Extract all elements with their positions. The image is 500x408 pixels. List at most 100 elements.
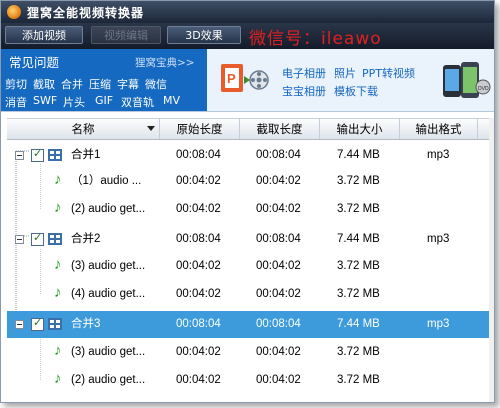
- audio-note-icon: ♪: [54, 171, 62, 188]
- row-clip-length: 00:04:02: [256, 175, 301, 187]
- row-orig-length: 00:08:04: [176, 149, 221, 161]
- merged-video-icon: [47, 316, 63, 332]
- ad-link-baby-album[interactable]: 宝宝相册: [282, 83, 326, 99]
- column-header-output-format[interactable]: 输出格式: [400, 119, 478, 139]
- row-orig-length: 00:04:02: [176, 203, 221, 215]
- ad-link-ppt-to-video[interactable]: PPT转视频: [362, 65, 415, 81]
- collapse-toggle-icon[interactable]: [15, 151, 24, 160]
- add-video-button[interactable]: 添加视频: [5, 26, 83, 44]
- faq-title: 常见问题: [9, 55, 60, 70]
- audio-note-icon: ♪: [54, 284, 62, 301]
- ad-link-template-download[interactable]: 模板下载: [334, 83, 378, 99]
- wechat-watermark: 微信号：ileawo: [249, 29, 382, 49]
- ppt-to-video-icon[interactable]: P: [219, 60, 269, 100]
- row-output-size: 7.44 MB: [337, 149, 380, 161]
- column-header-output-size[interactable]: 输出大小: [320, 119, 400, 139]
- row-name: （1）audio ...: [71, 175, 142, 187]
- svg-text:DVD: DVD: [478, 86, 489, 92]
- faq-link-merge[interactable]: 合并: [61, 76, 83, 92]
- column-header-name[interactable]: 名称: [7, 119, 160, 139]
- faq-link-subtitle[interactable]: 字幕: [117, 76, 139, 92]
- row-output-size: 7.44 MB: [337, 233, 380, 245]
- app-window: 狸窝全能视频转换器 添加视频 视频编辑 3D效果 微信号：ileawo 常见问题…: [0, 0, 495, 403]
- row-checkbox[interactable]: ✓: [31, 317, 44, 331]
- row-orig-length: 00:04:02: [176, 288, 221, 300]
- row-orig-length: 00:08:04: [176, 318, 221, 330]
- row-name: (3) audio get...: [71, 260, 146, 272]
- audio-note-icon: ♪: [54, 370, 62, 387]
- file-list-header: 名称 原始长度 截取长度 输出大小 输出格式: [7, 118, 489, 140]
- row-clip-length: 00:04:02: [256, 374, 301, 386]
- row-clip-length: 00:04:02: [256, 260, 301, 272]
- row-output-size: 3.72 MB: [337, 346, 380, 358]
- column-header-orig-length[interactable]: 原始长度: [160, 119, 240, 139]
- faq-link-wechat[interactable]: 微信: [145, 76, 167, 92]
- row-orig-length: 00:04:02: [176, 346, 221, 358]
- row-output-format: mp3: [427, 149, 450, 161]
- row-output-size: 7.44 MB: [337, 318, 380, 330]
- row-clip-length: 00:08:04: [256, 318, 301, 330]
- row-name: 合并1: [71, 149, 101, 161]
- table-row[interactable]: ♪ (2) audio get... 00:04:02 00:04:02 3.7…: [7, 367, 489, 394]
- ad-link-photo-album[interactable]: 电子相册: [282, 65, 326, 81]
- faq-more-link[interactable]: 狸窝宝典>>: [135, 55, 195, 70]
- row-checkbox[interactable]: ✓: [31, 148, 44, 162]
- promo-banner: 常见问题 狸窝宝典>> 剪切 截取 合并 压缩 字幕 微信 消音 SWF 片头 …: [1, 49, 494, 112]
- audio-note-icon: ♪: [54, 256, 62, 273]
- row-clip-length: 00:04:02: [256, 203, 301, 215]
- table-row[interactable]: ♪ (4) audio get... 00:04:02 00:04:02 3.7…: [7, 281, 489, 308]
- table-row[interactable]: ✓ 合并1 00:08:04 00:08:04 7.44 MB mp3: [7, 142, 489, 169]
- svg-text:P: P: [227, 71, 236, 86]
- faq-link-mute[interactable]: 消音: [5, 94, 27, 110]
- row-name: (4) audio get...: [71, 288, 146, 300]
- collapse-toggle-icon[interactable]: [15, 320, 24, 329]
- table-row[interactable]: ✓ 合并2 00:08:04 00:08:04 7.44 MB mp3: [7, 226, 489, 253]
- table-row-selected[interactable]: ✓ 合并3 00:08:04 00:08:04 7.44 MB mp3: [7, 311, 489, 338]
- audio-note-icon: ♪: [54, 342, 62, 359]
- ad-link-photo[interactable]: 照片: [334, 65, 356, 81]
- column-header-name-label: 名称: [71, 122, 95, 136]
- row-output-size: 3.72 MB: [337, 175, 380, 187]
- app-logo-icon: [7, 5, 21, 19]
- edit-video-button[interactable]: 视频编辑: [91, 26, 161, 44]
- row-clip-length: 00:08:04: [256, 233, 301, 245]
- row-output-format: mp3: [427, 233, 450, 245]
- vertical-scrollbar[interactable]: [489, 118, 494, 402]
- row-output-size: 3.72 MB: [337, 288, 380, 300]
- table-row[interactable]: ♪ （1）audio ... 00:04:02 00:04:02 3.72 MB: [7, 168, 489, 195]
- faq-link-swf[interactable]: SWF: [33, 94, 57, 107]
- mobile-device-icon[interactable]: DVD: [441, 59, 491, 103]
- title-bar: 狸窝全能视频转换器: [1, 1, 494, 23]
- row-name: (2) audio get...: [71, 374, 146, 386]
- collapse-toggle-icon[interactable]: [15, 235, 24, 244]
- row-name: (2) audio get...: [71, 203, 146, 215]
- row-name: (3) audio get...: [71, 346, 146, 358]
- faq-link-mv[interactable]: MV: [163, 94, 180, 107]
- row-name: 合并3: [71, 318, 101, 330]
- faq-link-trim[interactable]: 截取: [33, 76, 55, 92]
- table-row[interactable]: ♪ (3) audio get... 00:04:02 00:04:02 3.7…: [7, 253, 489, 280]
- table-row[interactable]: ♪ (3) audio get... 00:04:02 00:04:02 3.7…: [7, 339, 489, 366]
- merged-video-icon: [47, 147, 63, 163]
- row-checkbox[interactable]: ✓: [31, 232, 44, 246]
- table-row[interactable]: ♪ (2) audio get... 00:04:02 00:04:02 3.7…: [7, 196, 489, 223]
- faq-link-intro[interactable]: 片头: [63, 94, 85, 110]
- row-orig-length: 00:08:04: [176, 233, 221, 245]
- row-clip-length: 00:04:02: [256, 346, 301, 358]
- column-header-clip-length[interactable]: 截取长度: [240, 119, 320, 139]
- row-output-size: 3.72 MB: [337, 374, 380, 386]
- row-output-format: mp3: [427, 318, 450, 330]
- sort-down-icon[interactable]: [147, 126, 155, 131]
- row-clip-length: 00:04:02: [256, 288, 301, 300]
- row-orig-length: 00:04:02: [176, 175, 221, 187]
- audio-note-icon: ♪: [54, 199, 62, 216]
- effect-3d-button[interactable]: 3D效果: [167, 26, 241, 44]
- faq-link-compress[interactable]: 压缩: [89, 76, 111, 92]
- faq-link-dual-audio[interactable]: 双音轨: [121, 94, 154, 110]
- faq-link-cut[interactable]: 剪切: [5, 76, 27, 92]
- row-output-size: 3.72 MB: [337, 203, 380, 215]
- row-orig-length: 00:04:02: [176, 374, 221, 386]
- faq-link-gif[interactable]: GIF: [95, 94, 113, 107]
- row-orig-length: 00:04:02: [176, 260, 221, 272]
- row-name: 合并2: [71, 233, 101, 245]
